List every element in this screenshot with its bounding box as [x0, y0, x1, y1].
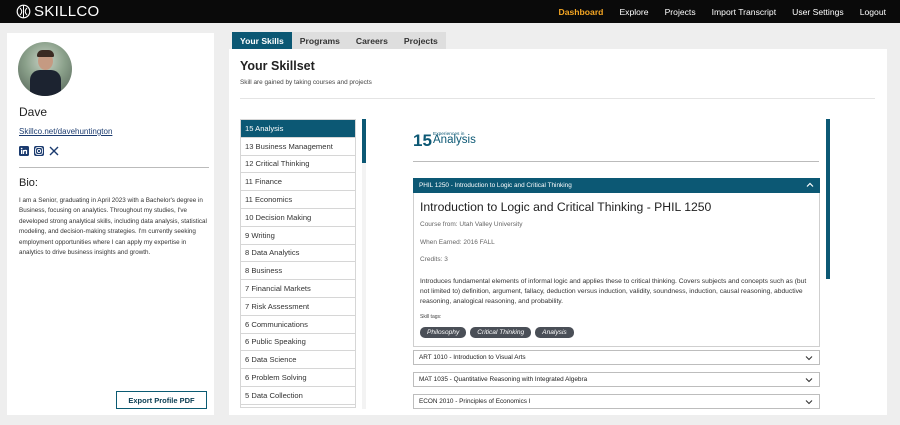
course-title: Introduction to Logic and Critical Think… — [420, 200, 712, 214]
logo[interactable]: SKILLCO — [16, 3, 99, 20]
skill-list: 15 Analysis 13 Business Management 12 Cr… — [240, 119, 356, 408]
skill-item-financial-markets[interactable]: 7 Financial Markets — [241, 280, 355, 298]
skill-tag[interactable]: Analysis — [535, 327, 574, 338]
profile-name: Dave — [19, 105, 48, 119]
skill-item-public-speaking[interactable]: 6 Public Speaking — [241, 333, 355, 352]
chevron-up-icon — [806, 182, 814, 187]
skill-list-scrollbar-thumb[interactable] — [362, 119, 366, 163]
skill-item-economics[interactable]: 11 Economics — [241, 191, 355, 209]
skill-tags-label: Skill tags: — [420, 314, 442, 320]
nav-dashboard[interactable]: Dashboard — [559, 7, 604, 17]
course-accordion-art-1010[interactable]: ART 1010 - Introduction to Visual Arts — [413, 350, 820, 365]
nav-projects[interactable]: Projects — [665, 7, 696, 17]
tab-projects[interactable]: Projects — [395, 32, 446, 49]
top-navbar: SKILLCO Dashboard Explore Projects Impor… — [0, 0, 900, 23]
chevron-down-icon — [805, 400, 813, 405]
skill-item-business-management[interactable]: 13 Business Management — [241, 137, 355, 156]
course-accordion-econ-2010[interactable]: ECON 2010 - Principles of Economics I — [413, 394, 820, 409]
skillco-logo-icon — [16, 4, 31, 19]
chevron-down-icon — [805, 356, 813, 361]
skill-item-finance[interactable]: 11 Finance — [241, 173, 355, 192]
profile-panel: Dave Skillco.net/davehuntington Bio: I a… — [7, 33, 214, 415]
nav-logout[interactable]: Logout — [860, 7, 886, 17]
nav-explore[interactable]: Explore — [619, 7, 648, 17]
tab-careers[interactable]: Careers — [347, 32, 396, 49]
page-title: Your Skillset — [240, 59, 315, 73]
export-profile-pdf-button[interactable]: Export Profile PDF — [116, 391, 207, 409]
tab-your-skills[interactable]: Your Skills — [232, 32, 292, 49]
course-accordion-title: ECON 2010 - Principles of Economics I — [419, 398, 531, 405]
skill-item-analysis[interactable]: 15 Analysis — [241, 120, 355, 138]
course-accordion-title: PHIL 1250 - Introduction to Logic and Cr… — [419, 182, 572, 189]
skill-item-risk-assessment[interactable]: 7 Risk Assessment — [241, 297, 355, 316]
page-subtitle: Skill are gained by taking courses and p… — [240, 79, 372, 86]
skills-panel: Your Skillset Skill are gained by taking… — [229, 49, 887, 415]
profile-link[interactable]: Skillco.net/davehuntington — [19, 127, 112, 136]
avatar — [18, 42, 72, 96]
skill-item-critical-thinking[interactable]: 12 Critical Thinking — [241, 155, 355, 174]
tab-programs[interactable]: Programs — [291, 32, 348, 49]
logo-text: SKILLCO — [34, 3, 100, 20]
linkedin-icon[interactable] — [19, 146, 29, 156]
course-accordion-mat-1035[interactable]: MAT 1035 - Quantitative Reasoning with I… — [413, 372, 820, 387]
chevron-down-icon — [805, 378, 813, 383]
bio-title: Bio: — [19, 177, 38, 189]
social-links — [19, 146, 59, 156]
bio-text: I am a Senior, graduating in April 2023 … — [19, 197, 207, 257]
experience-count: 15 — [413, 131, 432, 150]
skill-item-data-science[interactable]: 6 Data Science — [241, 351, 355, 370]
skill-item-business[interactable]: 8 Business — [241, 262, 355, 281]
detail-divider — [413, 161, 819, 162]
selected-skill-name: Analysis — [433, 134, 476, 146]
when-earned: When Earned: 2016 FALL — [420, 239, 495, 246]
skill-tag[interactable]: Philosophy — [420, 327, 467, 338]
course-accordion-title: MAT 1035 - Quantitative Reasoning with I… — [419, 376, 588, 383]
x-icon[interactable] — [49, 146, 59, 156]
course-from: Course from: Utah Valley University — [420, 221, 523, 228]
skill-item-decision-making[interactable]: 10 Decision Making — [241, 208, 355, 227]
detail-scrollbar-thumb[interactable] — [826, 119, 830, 279]
skill-tags: Philosophy Critical Thinking Analysis — [420, 327, 574, 338]
course-accordion-header-open[interactable]: PHIL 1250 - Introduction to Logic and Cr… — [413, 178, 820, 193]
instagram-icon[interactable] — [34, 146, 44, 156]
skill-item-data-collection[interactable]: 5 Data Collection — [241, 386, 355, 405]
main-tabs: Your Skills Programs Careers Projects — [232, 32, 446, 49]
course-detail: Introduction to Logic and Critical Think… — [413, 193, 820, 347]
profile-divider — [19, 167, 209, 168]
skill-item-problem-solving[interactable]: 6 Problem Solving — [241, 369, 355, 387]
nav-import-transcript[interactable]: Import Transcript — [712, 7, 776, 17]
nav-user-settings[interactable]: User Settings — [792, 7, 844, 17]
course-description: Introduces fundamental elements of infor… — [420, 278, 807, 305]
skill-tag[interactable]: Critical Thinking — [470, 327, 532, 338]
main-nav: Dashboard Explore Projects Import Transc… — [543, 0, 886, 23]
credits: Credits: 3 — [420, 256, 448, 263]
title-divider — [240, 98, 875, 99]
skill-item-data-analytics[interactable]: 8 Data Analytics — [241, 244, 355, 263]
skill-item-writing[interactable]: 9 Writing — [241, 226, 355, 245]
course-accordion-title: ART 1010 - Introduction to Visual Arts — [419, 354, 526, 361]
skill-item-communications[interactable]: 6 Communications — [241, 315, 355, 334]
